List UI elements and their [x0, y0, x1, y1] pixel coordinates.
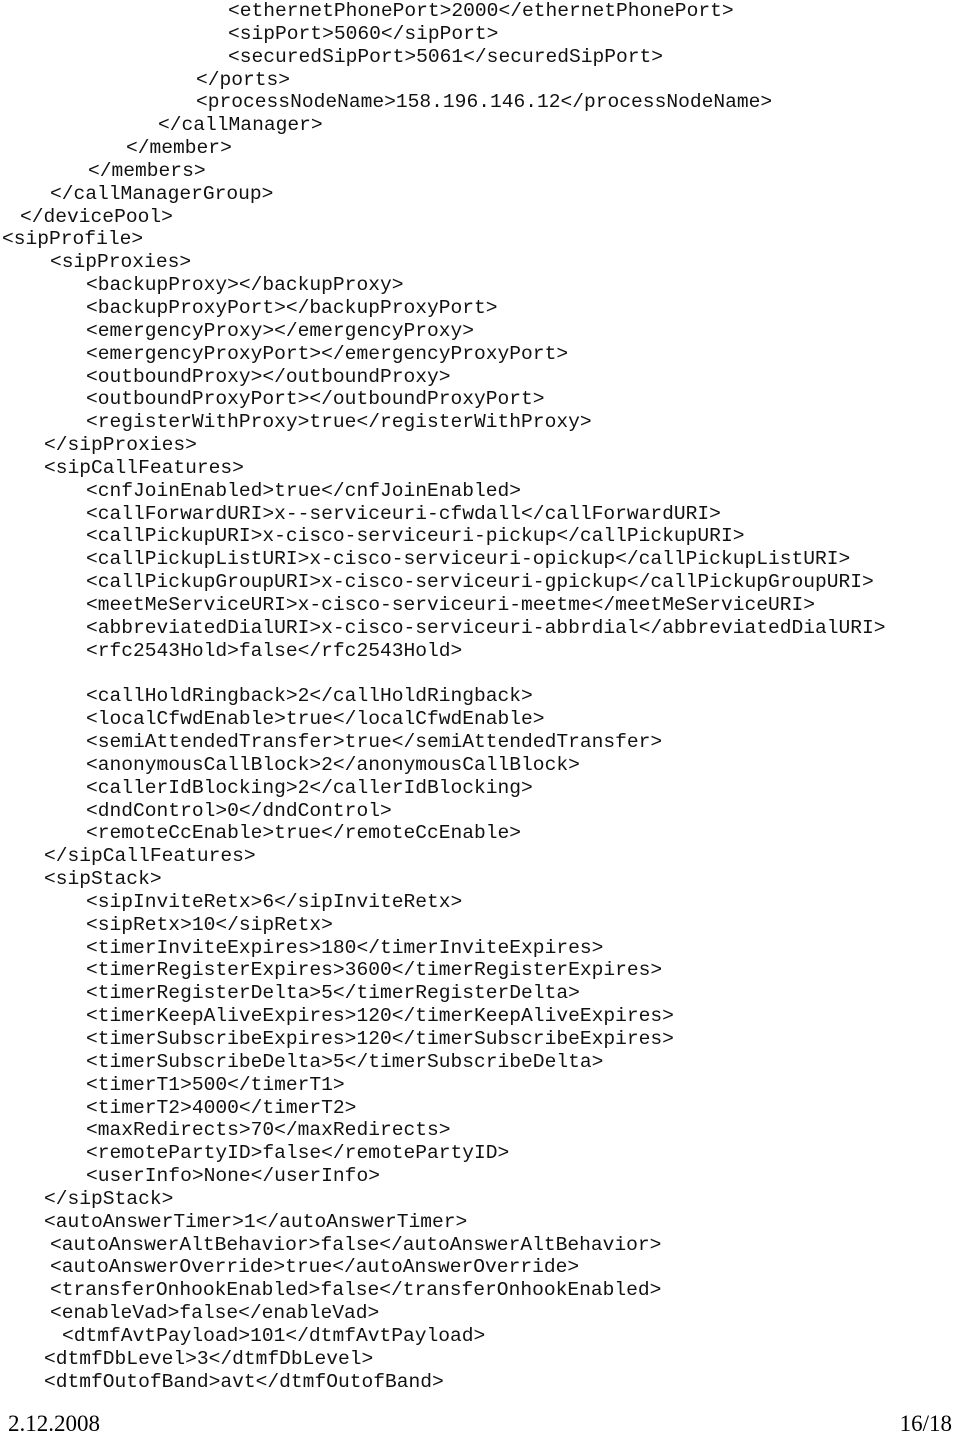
code-line: <maxRedirects>70</maxRedirects>: [86, 1119, 451, 1142]
code-line: <anonymousCallBlock>2</anonymousCallBloc…: [86, 753, 580, 776]
code-line: <timerT2>4000</timerT2>: [86, 1096, 357, 1119]
code-line: <dtmfDbLevel>3</dtmfDbLevel>: [44, 1347, 374, 1370]
code-line: <sipInviteRetx>6</sipInviteRetx>: [86, 890, 463, 913]
code-line: </sipCallFeatures>: [44, 845, 256, 868]
code-line: <autoAnswerOverride>true</autoAnswerOver…: [50, 1256, 580, 1279]
code-line: <outboundProxyPort></outboundProxyPort>: [86, 388, 545, 411]
code-line: <callForwardURI>x--serviceuri-cfwdall</c…: [86, 502, 721, 525]
code-line: <autoAnswerAltBehavior>false</autoAnswer…: [50, 1233, 662, 1256]
code-line: </devicePool>: [20, 205, 173, 228]
code-line: <transferOnhookEnabled>false</transferOn…: [50, 1279, 662, 1302]
code-line: <abbreviatedDialURI>x-cisco-serviceuri-a…: [86, 616, 886, 639]
code-line: </callManagerGroup>: [50, 182, 274, 205]
code-line: <enableVad>false</enableVad>: [50, 1302, 380, 1325]
code-line: <localCfwdEnable>true</localCfwdEnable>: [86, 708, 545, 731]
code-line: <semiAttendedTransfer>true</semiAttended…: [86, 731, 663, 753]
code-line: <sipProxies>: [50, 251, 192, 274]
code-line: </member>: [126, 137, 232, 160]
code-line: <backupProxy></backupProxy>: [86, 274, 404, 297]
code-line: <emergencyProxy></emergencyProxy>: [86, 319, 475, 342]
code-line: <ethernetPhonePort>2000</ethernetPhonePo…: [228, 0, 734, 22]
code-line: <timerRegisterDelta>5</timerRegisterDelt…: [86, 982, 580, 1005]
code-line: <remotePartyID>false</remotePartyID>: [86, 1142, 510, 1165]
code-line: <callPickupURI>x-cisco-serviceuri-pickup…: [86, 525, 745, 548]
code-line: <timerRegisterExpires>3600</timerRegiste…: [86, 959, 663, 982]
code-line: <callHoldRingback>2</callHoldRingback>: [86, 685, 533, 708]
code-line: <callerIdBlocking>2</callerIdBlocking>: [86, 776, 533, 799]
code-line: <sipProfile>: [2, 228, 144, 251]
code-line: <registerWithProxy>true</registerWithPro…: [86, 411, 592, 434]
code-line: <timerInviteExpires>180</timerInviteExpi…: [86, 936, 604, 959]
code-line: <backupProxyPort></backupProxyPort>: [86, 296, 498, 319]
code-line: <outboundProxy></outboundProxy>: [86, 365, 451, 388]
code-line: <remoteCcEnable>true</remoteCcEnable>: [86, 822, 522, 845]
document-page: <ethernetPhonePort>2000</ethernetPhonePo…: [0, 0, 960, 1450]
code-line: <timerSubscribeDelta>5</timerSubscribeDe…: [86, 1050, 604, 1073]
code-line: </sipProxies>: [44, 434, 197, 457]
code-line: <dndControl>0</dndControl>: [86, 799, 392, 822]
code-line: <callPickupGroupURI>x-cisco-serviceuri-g…: [86, 571, 874, 594]
page-footer: 2.12.2008 16/18: [0, 1390, 960, 1450]
code-line: </callManager>: [158, 114, 323, 137]
code-line: </ports>: [196, 68, 291, 91]
code-line: <timerSubscribeExpires>120</timerSubscri…: [86, 1027, 674, 1050]
code-line: <timerKeepAliveExpires>120</timerKeepAli…: [86, 1005, 674, 1028]
code-line: <processNodeName>158.196.146.12</process…: [196, 91, 773, 114]
xml-code-listing: <ethernetPhonePort>2000</ethernetPhonePo…: [0, 0, 960, 1393]
code-line: <securedSipPort>5061</securedSipPort>: [228, 45, 664, 68]
footer-page-number: 16/18: [899, 1411, 952, 1436]
code-line: <sipRetx>10</sipRetx>: [86, 913, 333, 936]
code-line: </members>: [88, 159, 206, 182]
code-line: <meetMeServiceURI>x-cisco-serviceuri-mee…: [86, 593, 816, 616]
code-line: <sipCallFeatures>: [44, 456, 244, 479]
code-line: <timerT1>500</timerT1>: [86, 1073, 345, 1096]
code-line: <callPickupListURI>x-cisco-serviceuri-op…: [86, 548, 851, 571]
code-line: <emergencyProxyPort></emergencyProxyPort…: [86, 342, 569, 365]
code-line: <userInfo>None</userInfo>: [86, 1165, 380, 1188]
code-line: <autoAnswerTimer>1</autoAnswerTimer>: [44, 1210, 468, 1233]
code-line: <rfc2543Hold>false</rfc2543Hold>: [86, 639, 463, 662]
code-line: <sipStack>: [44, 868, 162, 891]
code-line: <dtmfAvtPayload>101</dtmfAvtPayload>: [62, 1324, 486, 1347]
code-line: <sipPort>5060</sipPort>: [228, 22, 499, 45]
code-line: </sipStack>: [44, 1187, 174, 1210]
footer-date: 2.12.2008: [8, 1411, 100, 1436]
code-line: <cnfJoinEnabled>true</cnfJoinEnabled>: [86, 479, 522, 502]
